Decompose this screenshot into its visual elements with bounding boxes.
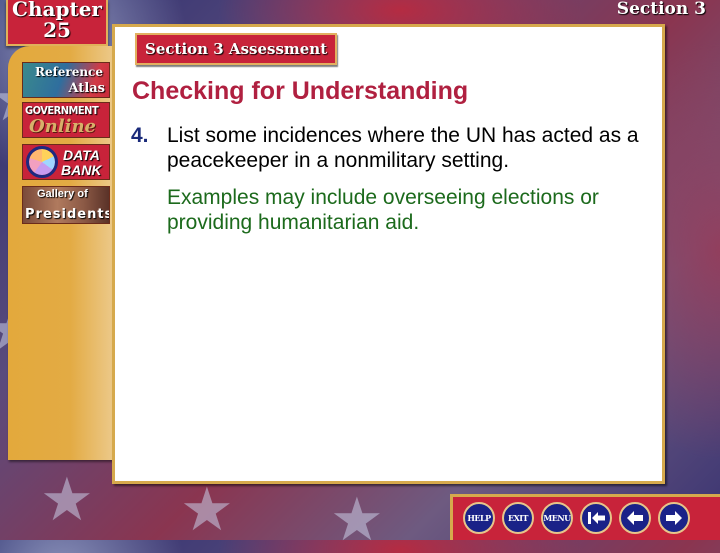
previous-slide-button[interactable] xyxy=(619,502,651,534)
exit-button[interactable]: EXIT xyxy=(502,502,534,534)
help-button[interactable]: HELP xyxy=(463,502,495,534)
next-slide-button[interactable] xyxy=(658,502,690,534)
first-slide-icon xyxy=(588,512,605,524)
background-star: ★ xyxy=(330,486,384,553)
arrow-left-icon xyxy=(627,511,643,525)
gallery-of-presidents-button[interactable]: Gallery of Presidents xyxy=(22,186,110,224)
chapter-number: 25 xyxy=(43,18,71,42)
question: 4. List some incidences where the UN has… xyxy=(131,123,651,173)
chapter-tab: Chapter 25 xyxy=(6,0,108,46)
data-bank-label: DATA xyxy=(63,147,100,163)
data-bank-label-2: BANK xyxy=(61,162,102,178)
reference-atlas-label-2: Atlas xyxy=(68,81,105,96)
background-star: ★ xyxy=(180,476,234,543)
data-bank-button[interactable]: DATA BANK xyxy=(22,144,110,180)
navigation-bar: HELP EXIT MENU xyxy=(450,494,720,540)
gallery-label: Gallery of xyxy=(37,188,88,200)
pie-chart-icon xyxy=(26,146,58,178)
question-text: List some incidences where the UN has ac… xyxy=(167,124,639,172)
reference-atlas-label: Reference xyxy=(34,65,103,79)
content-panel: Section 3 Assessment Checking for Unders… xyxy=(112,24,665,484)
menu-button[interactable]: MENU xyxy=(541,502,573,534)
exit-label: EXIT xyxy=(508,513,529,523)
help-label: HELP xyxy=(467,513,491,523)
gallery-label-2: Presidents xyxy=(25,207,110,222)
first-slide-button[interactable] xyxy=(580,502,612,534)
section-label: Section 3 xyxy=(616,0,706,19)
section-assessment-tag: Section 3 Assessment xyxy=(135,33,338,65)
arrow-right-icon xyxy=(666,511,682,525)
background-star: ★ xyxy=(40,466,94,533)
menu-label: MENU xyxy=(543,513,571,523)
government-online-label-2: Online xyxy=(29,116,96,137)
chapter-label: Chapter xyxy=(12,0,102,21)
question-number: 4. xyxy=(131,124,149,147)
government-online-button[interactable]: GOVERNMENT Online xyxy=(22,102,110,138)
page-title: Checking for Understanding xyxy=(132,77,469,105)
sidebar: Reference Atlas GOVERNMENT Online DATA B… xyxy=(8,46,112,460)
answer-text: Examples may include overseeing election… xyxy=(167,186,599,234)
reference-atlas-button[interactable]: Reference Atlas xyxy=(22,62,110,98)
